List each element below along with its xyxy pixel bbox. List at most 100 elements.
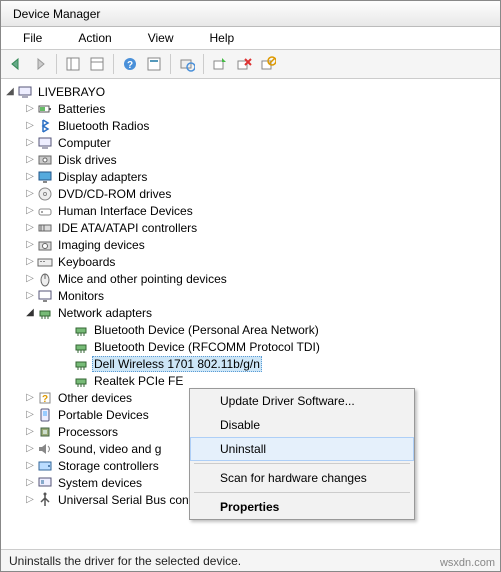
expander-icon[interactable]: ◢ xyxy=(23,307,37,318)
category-label[interactable]: Network adapters xyxy=(56,306,154,320)
tree-device-row[interactable]: Bluetooth Device (RFCOMM Protocol TDI) xyxy=(43,338,496,355)
category-icon xyxy=(37,152,53,168)
context-menu-item[interactable]: Scan for hardware changes xyxy=(190,466,414,490)
properties-button[interactable] xyxy=(86,53,108,75)
tree-device-row[interactable]: Realtek PCIe FE xyxy=(43,372,496,389)
context-menu-separator xyxy=(194,463,410,464)
context-menu-item[interactable]: Update Driver Software... xyxy=(190,389,414,413)
tree-category-row[interactable]: ▷ Batteries xyxy=(23,100,496,117)
expander-icon[interactable]: ◢ xyxy=(3,86,17,97)
window-title: Device Manager xyxy=(13,7,100,21)
update-driver-button[interactable] xyxy=(209,53,231,75)
device-label[interactable]: Bluetooth Device (Personal Area Network) xyxy=(92,323,321,337)
category-label[interactable]: Disk drives xyxy=(56,153,119,167)
category-label[interactable]: Sound, video and g xyxy=(56,442,163,456)
category-icon xyxy=(37,135,53,151)
expander-icon[interactable]: ▷ xyxy=(23,205,37,216)
category-label[interactable]: Keyboards xyxy=(56,255,117,269)
expander-icon[interactable]: ▷ xyxy=(23,154,37,165)
category-icon xyxy=(37,305,53,321)
category-icon xyxy=(37,424,53,440)
action-button[interactable] xyxy=(143,53,165,75)
context-menu-item[interactable]: Uninstall xyxy=(190,437,414,461)
tree-root-label[interactable]: LIVEBRAYO xyxy=(36,85,107,99)
uninstall-button[interactable] xyxy=(233,53,255,75)
category-label[interactable]: Mice and other pointing devices xyxy=(56,272,229,286)
category-icon xyxy=(37,407,53,423)
expander-icon[interactable]: ▷ xyxy=(23,137,37,148)
menu-view[interactable]: View xyxy=(132,29,190,47)
category-label[interactable]: IDE ATA/ATAPI controllers xyxy=(56,221,199,235)
category-icon xyxy=(37,203,53,219)
toolbar: ? xyxy=(1,50,500,79)
expander-icon[interactable]: ▷ xyxy=(23,103,37,114)
device-icon xyxy=(73,373,89,389)
device-label[interactable]: Realtek PCIe FE xyxy=(92,374,185,388)
expander-icon[interactable]: ▷ xyxy=(23,443,37,454)
menu-action[interactable]: Action xyxy=(62,29,127,47)
expander-icon[interactable]: ▷ xyxy=(23,120,37,131)
expander-icon[interactable]: ▷ xyxy=(23,256,37,267)
category-label[interactable]: Display adapters xyxy=(56,170,149,184)
expander-icon[interactable]: ▷ xyxy=(23,239,37,250)
device-label[interactable]: Bluetooth Device (RFCOMM Protocol TDI) xyxy=(92,340,322,354)
category-label[interactable]: Imaging devices xyxy=(56,238,147,252)
tree-category-row[interactable]: ▷ Monitors xyxy=(23,287,496,304)
device-label[interactable]: Dell Wireless 1701 802.11b/g/n xyxy=(92,356,262,372)
expander-icon[interactable]: ▷ xyxy=(23,290,37,301)
expander-icon[interactable]: ▷ xyxy=(23,477,37,488)
category-icon xyxy=(37,186,53,202)
expander-icon[interactable]: ▷ xyxy=(23,460,37,471)
device-icon xyxy=(73,322,89,338)
tree-category-row[interactable]: ▷ Computer xyxy=(23,134,496,151)
show-hide-tree-button[interactable] xyxy=(62,53,84,75)
context-menu-item[interactable]: Properties xyxy=(190,495,414,519)
tree-category-row[interactable]: ▷ IDE ATA/ATAPI controllers xyxy=(23,219,496,236)
category-label[interactable]: Computer xyxy=(56,136,113,150)
expander-icon[interactable]: ▷ xyxy=(23,273,37,284)
device-icon xyxy=(73,356,89,372)
category-icon xyxy=(37,118,53,134)
category-label[interactable]: Batteries xyxy=(56,102,107,116)
nav-forward-button[interactable] xyxy=(29,53,51,75)
expander-icon[interactable]: ▷ xyxy=(23,222,37,233)
expander-icon[interactable]: ▷ xyxy=(23,494,37,505)
category-label[interactable]: Portable Devices xyxy=(56,408,151,422)
disable-button[interactable] xyxy=(257,53,279,75)
context-menu-separator xyxy=(194,492,410,493)
titlebar[interactable]: Device Manager xyxy=(1,1,500,27)
tree-category-row[interactable]: ◢ Network adapters xyxy=(23,304,496,321)
tree-category-row[interactable]: ▷ Display adapters xyxy=(23,168,496,185)
expander-icon[interactable]: ▷ xyxy=(23,426,37,437)
expander-icon[interactable]: ▷ xyxy=(23,392,37,403)
category-label[interactable]: System devices xyxy=(56,476,144,490)
expander-icon[interactable]: ▷ xyxy=(23,409,37,420)
category-label[interactable]: Storage controllers xyxy=(56,459,161,473)
expander-icon[interactable]: ▷ xyxy=(23,171,37,182)
category-icon: ? xyxy=(37,390,53,406)
tree-category-row[interactable]: ▷ Imaging devices xyxy=(23,236,496,253)
context-menu: Update Driver Software...DisableUninstal… xyxy=(189,388,415,520)
category-label[interactable]: Human Interface Devices xyxy=(56,204,195,218)
menu-file[interactable]: File xyxy=(7,29,58,47)
tree-device-row[interactable]: Bluetooth Device (Personal Area Network) xyxy=(43,321,496,338)
tree-category-row[interactable]: ▷ Keyboards xyxy=(23,253,496,270)
tree-category-row[interactable]: ▷ Bluetooth Radios xyxy=(23,117,496,134)
tree-category-row[interactable]: ▷ Disk drives xyxy=(23,151,496,168)
nav-back-button[interactable] xyxy=(5,53,27,75)
tree-category-row[interactable]: ▷ Mice and other pointing devices xyxy=(23,270,496,287)
tree-category-row[interactable]: ▷ Human Interface Devices xyxy=(23,202,496,219)
category-label[interactable]: Monitors xyxy=(56,289,106,303)
category-label[interactable]: Other devices xyxy=(56,391,134,405)
category-label[interactable]: DVD/CD-ROM drives xyxy=(56,187,173,201)
tree-category-row[interactable]: ▷ DVD/CD-ROM drives xyxy=(23,185,496,202)
menu-help[interactable]: Help xyxy=(194,29,251,47)
context-menu-item[interactable]: Disable xyxy=(190,413,414,437)
category-label[interactable]: Bluetooth Radios xyxy=(56,119,151,133)
tree-device-row[interactable]: Dell Wireless 1701 802.11b/g/n xyxy=(43,355,496,372)
category-label[interactable]: Processors xyxy=(56,425,120,439)
expander-icon[interactable]: ▷ xyxy=(23,188,37,199)
scan-hardware-button[interactable] xyxy=(176,53,198,75)
category-icon xyxy=(37,169,53,185)
help-button[interactable]: ? xyxy=(119,53,141,75)
